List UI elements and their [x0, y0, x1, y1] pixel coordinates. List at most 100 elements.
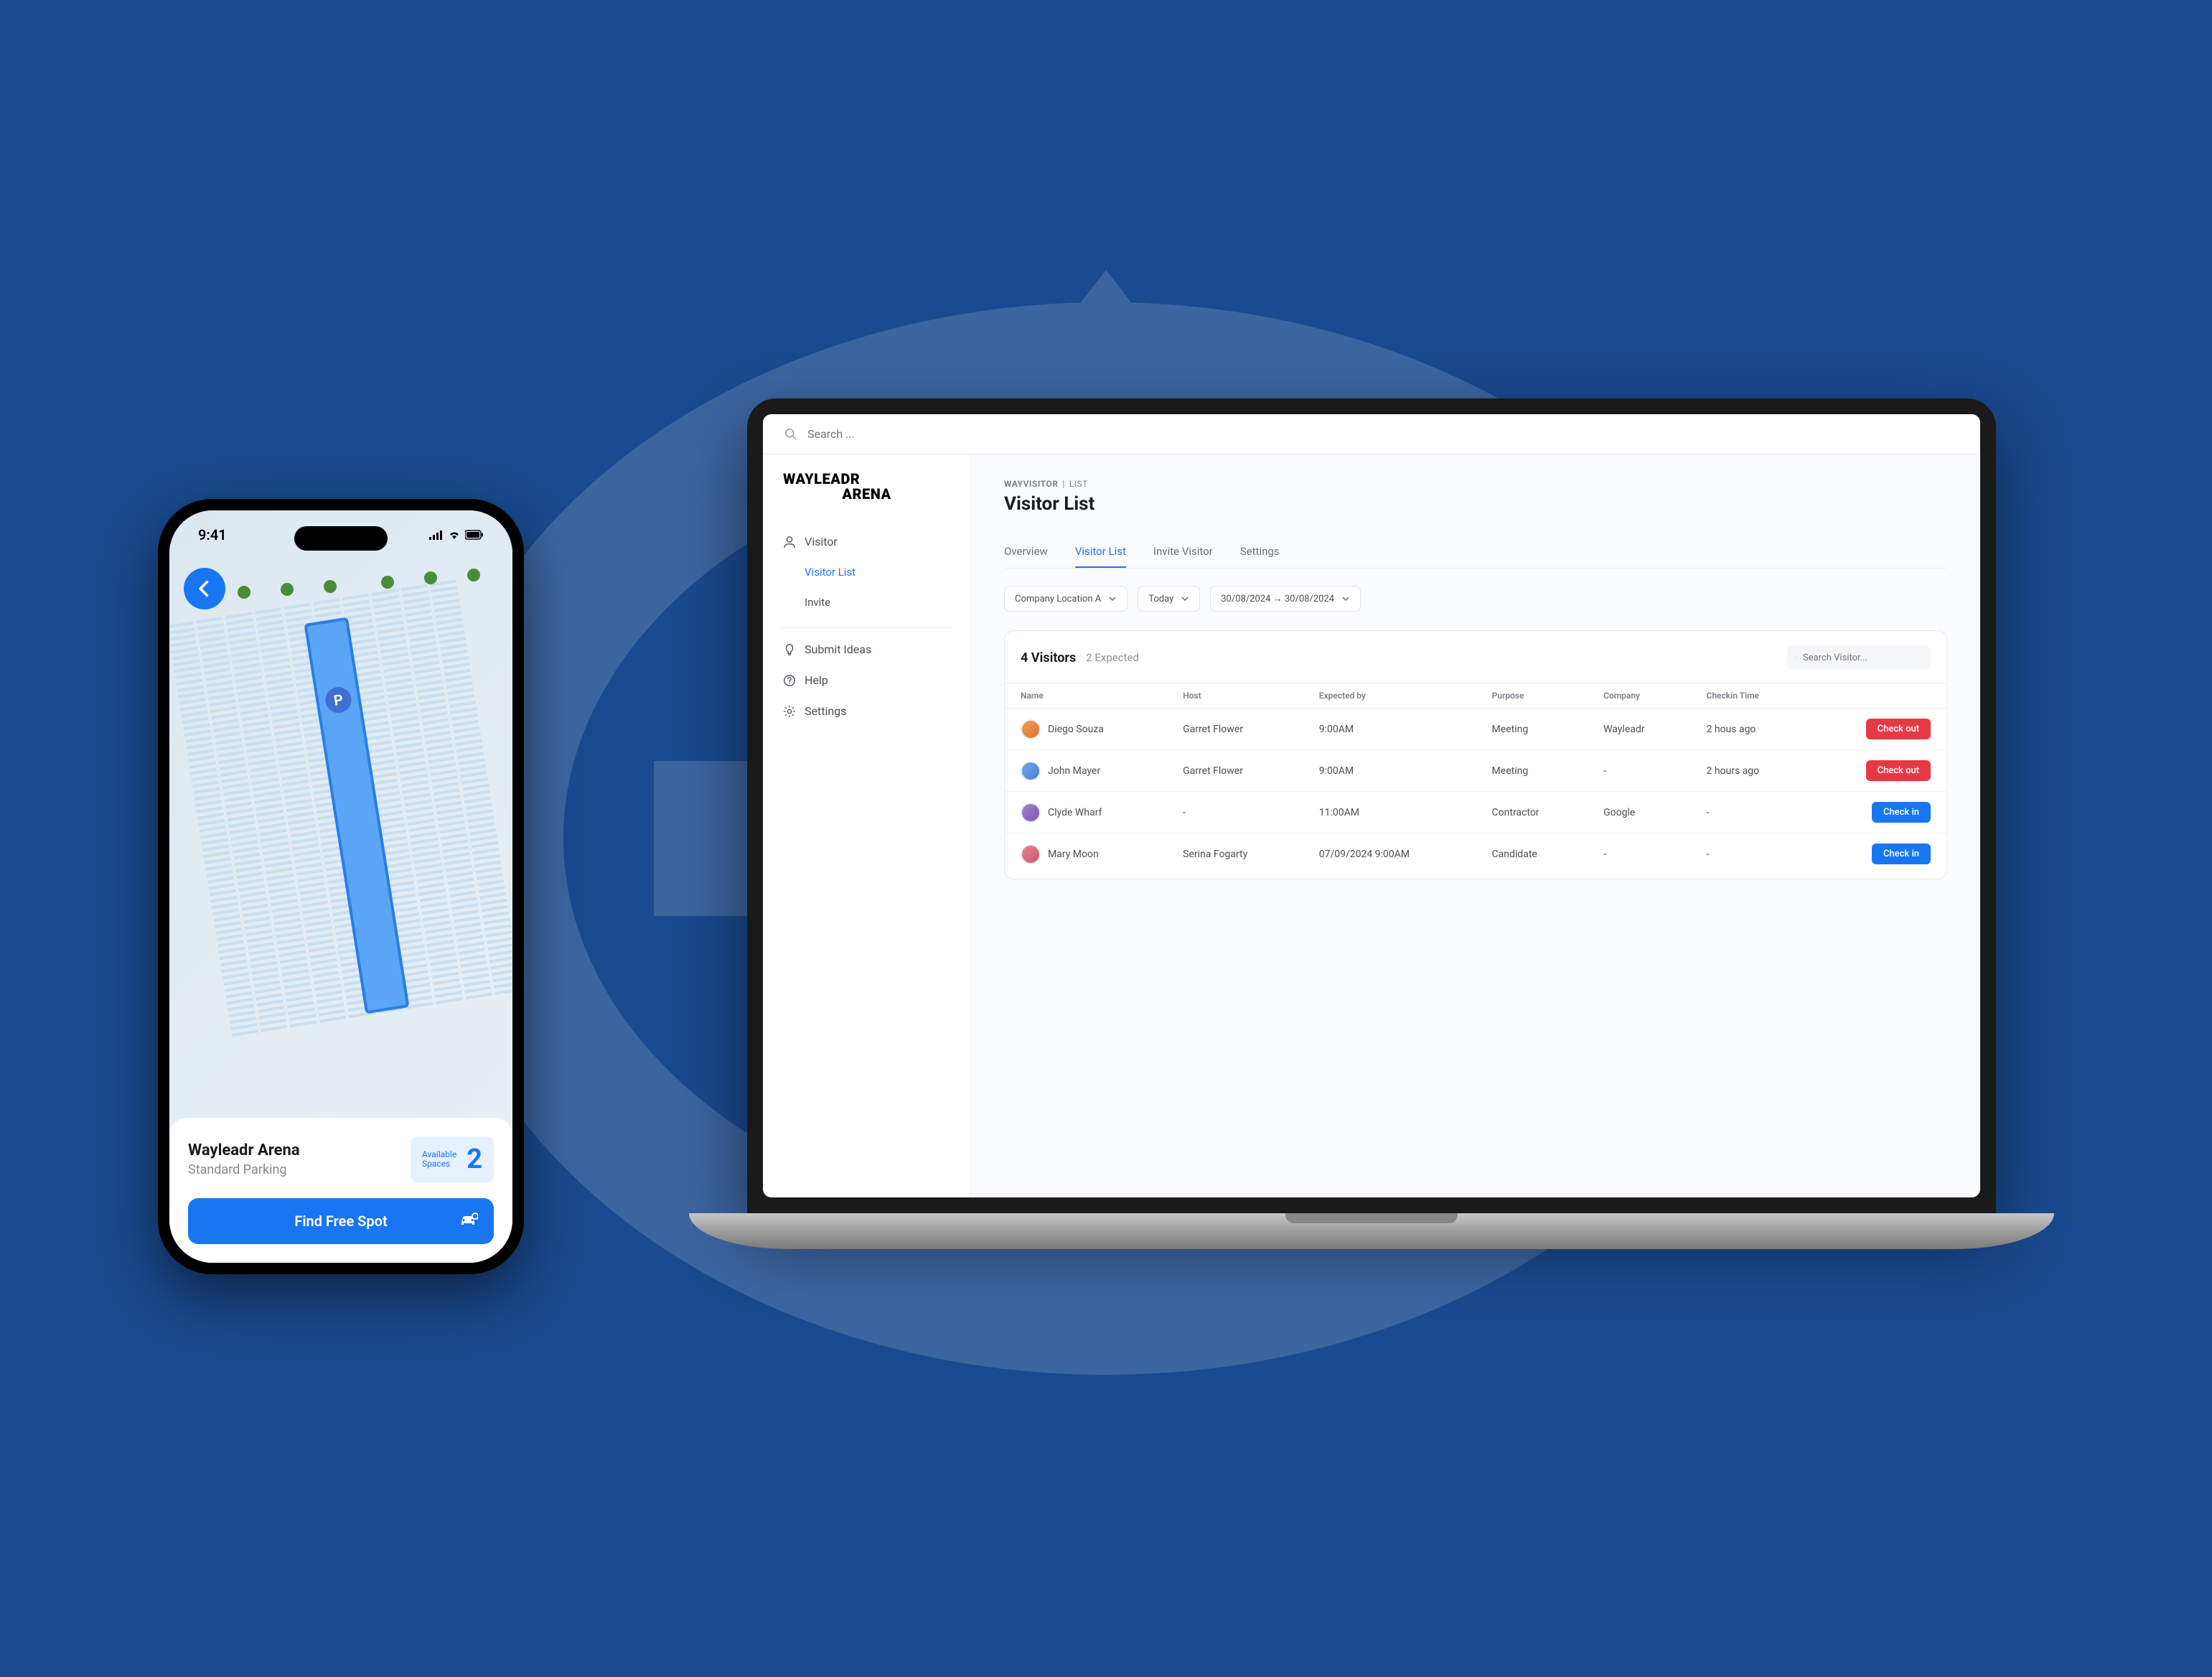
battery-icon	[465, 530, 484, 540]
phone-mockup: 9:41 P	[158, 499, 524, 1274]
search-icon	[784, 428, 797, 441]
phone-status-time: 9:41	[198, 526, 227, 543]
col-checkin-time: Checkin Time	[1691, 683, 1810, 709]
parking-location-title: Wayleadr Arena	[188, 1141, 411, 1159]
cell-checkin-time: 2 hous ago	[1691, 709, 1810, 750]
visitor-table: Name Host Expected by Purpose Company Ch…	[1005, 683, 1946, 874]
sidebar-divider	[780, 627, 953, 628]
table-row: John MayerGarret Flower9:00AMMeeting-2 h…	[1005, 750, 1946, 792]
cell-name: John Mayer	[1048, 765, 1100, 777]
cell-host: Serina Fogarty	[1167, 833, 1303, 875]
table-row: Diego SouzaGarret Flower9:00AMMeetingWay…	[1005, 709, 1946, 750]
cell-checkin-time: 2 hours ago	[1691, 750, 1810, 792]
sidebar-item-label: Visitor	[805, 535, 838, 548]
avatar	[1021, 761, 1041, 781]
visitor-search-input[interactable]	[1803, 653, 1922, 663]
col-name: Name	[1005, 683, 1167, 709]
global-search-input[interactable]	[807, 427, 1959, 441]
phone-status-icons	[429, 526, 484, 543]
parking-info-card: Wayleadr Arena Standard Parking Availabl…	[169, 1118, 512, 1263]
chevron-down-icon	[1181, 594, 1189, 603]
tab-visitor-list[interactable]: Visitor List	[1075, 536, 1126, 568]
checkout-button[interactable]: Check out	[1866, 719, 1931, 739]
chevron-down-icon	[1341, 594, 1350, 603]
tree-icon	[381, 576, 394, 589]
cell-expected-by: 07/09/2024 9:00AM	[1303, 833, 1476, 875]
chevron-down-icon	[1108, 594, 1117, 603]
tree-icon	[467, 569, 480, 581]
cell-company: -	[1588, 833, 1690, 875]
sidebar-item-visitor[interactable]: Visitor	[763, 526, 970, 557]
lightbulb-icon	[783, 643, 796, 656]
checkin-button[interactable]: Check in	[1872, 844, 1931, 864]
available-spaces-badge: Available Spaces 2	[411, 1136, 494, 1182]
cell-company: Wayleadr	[1588, 709, 1690, 750]
top-search-bar	[763, 414, 1980, 454]
main-content: WAYVISITOR|List Visitor List Overview Vi…	[971, 454, 1980, 1197]
tab-invite-visitor[interactable]: Invite Visitor	[1153, 536, 1213, 568]
parking-type-subtitle: Standard Parking	[188, 1162, 411, 1177]
col-expected-by: Expected by	[1303, 683, 1476, 709]
filter-date-range-dropdown[interactable]: 30/08/2024 → 30/08/2024	[1210, 586, 1361, 612]
breadcrumb: WAYVISITOR|List	[1004, 479, 1947, 489]
tree-icon	[324, 580, 337, 593]
checkout-button[interactable]: Check out	[1866, 760, 1931, 781]
cell-purpose: Meeting	[1476, 750, 1588, 792]
phone-screen: 9:41 P	[169, 510, 512, 1263]
badge-label-line2: Spaces	[422, 1159, 456, 1169]
tabs: Overview Visitor List Invite Visitor Set…	[1004, 536, 1947, 569]
back-button[interactable]	[184, 568, 225, 609]
cell-company: -	[1588, 750, 1690, 792]
cell-company: Google	[1588, 792, 1690, 833]
find-free-spot-button[interactable]: Find Free Spot	[188, 1198, 494, 1244]
tree-icon	[424, 571, 437, 584]
col-company: Company	[1588, 683, 1690, 709]
sidebar-item-label: Submit Ideas	[805, 643, 871, 656]
sidebar-item-submit-ideas[interactable]: Submit Ideas	[763, 634, 970, 665]
cell-purpose: Meeting	[1476, 709, 1588, 750]
wifi-icon	[448, 530, 461, 540]
sidebar-item-label: Invite	[805, 596, 830, 609]
cell-expected-by: 9:00AM	[1303, 709, 1476, 750]
filter-location-dropdown[interactable]: Company Location A	[1004, 586, 1128, 612]
cell-expected-by: 9:00AM	[1303, 750, 1476, 792]
visitor-card: 4 Visitors 2 Expected Name	[1004, 630, 1947, 879]
visitor-search-box[interactable]	[1787, 645, 1931, 670]
phone-notch	[294, 526, 388, 551]
table-row: Mary Moon Serina Fogarty07/09/2024 9:00AM…	[1005, 833, 1946, 875]
tab-settings[interactable]: Settings	[1240, 536, 1280, 568]
avatar	[1021, 803, 1041, 823]
tree-icon	[238, 586, 250, 599]
filter-date-preset-dropdown[interactable]: Today	[1138, 586, 1200, 612]
avatar	[1021, 719, 1041, 739]
visitor-expected-label: 2 Expected	[1086, 651, 1139, 664]
cell-name: Mary Moon	[1048, 849, 1099, 860]
laptop-mockup: WAYLEADR ARENA Visitor Visitor List Invi…	[689, 398, 2054, 1292]
col-purpose: Purpose	[1476, 683, 1588, 709]
checkin-button[interactable]: Check in	[1872, 802, 1931, 823]
cell-expected-by: 11:00AM	[1303, 792, 1476, 833]
tab-overview[interactable]: Overview	[1004, 536, 1048, 568]
tree-icon	[281, 583, 294, 596]
sidebar-item-label: Help	[805, 673, 828, 687]
signal-icon	[429, 530, 444, 540]
avatar	[1021, 844, 1041, 864]
laptop-base	[689, 1213, 2054, 1249]
table-row: Clyde Wharf-11:00AMContractorGoogle-Chec…	[1005, 792, 1946, 833]
sidebar-item-invite[interactable]: Invite	[763, 587, 970, 617]
available-spaces-count: 2	[467, 1144, 482, 1175]
search-icon	[1796, 651, 1797, 664]
parking-marker-icon: P	[324, 685, 353, 714]
cell-host: -	[1167, 792, 1303, 833]
sidebar-item-settings[interactable]: Settings	[763, 696, 970, 727]
cell-host: Garret Flower	[1167, 709, 1303, 750]
car-search-icon	[459, 1212, 478, 1231]
col-host: Host	[1167, 683, 1303, 709]
cell-purpose: Contractor	[1476, 792, 1588, 833]
sidebar-item-help[interactable]: Help	[763, 665, 970, 696]
gear-icon	[783, 705, 796, 718]
sidebar-item-label: Settings	[805, 704, 846, 718]
sidebar-item-visitor-list[interactable]: Visitor List	[763, 557, 970, 587]
laptop-app: WAYLEADR ARENA Visitor Visitor List Invi…	[763, 414, 1980, 1197]
visitor-count-label: 4 Visitors	[1021, 650, 1076, 665]
